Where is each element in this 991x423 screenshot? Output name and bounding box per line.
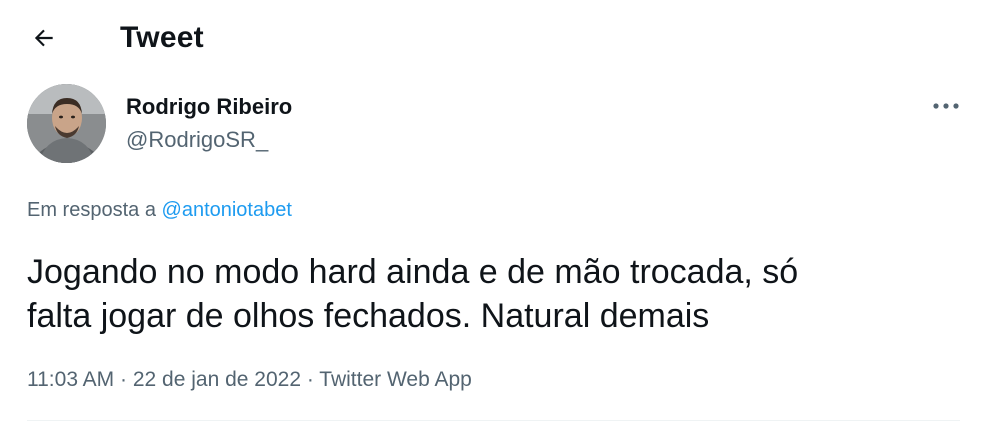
tweet-date[interactable]: 22 de jan de 2022 <box>133 368 301 391</box>
reply-prefix: Em resposta a <box>27 199 162 221</box>
tweet-metadata: 11:03 AM · 22 de jan de 2022 · Twitter W… <box>27 366 472 394</box>
avatar[interactable] <box>27 84 106 163</box>
top-header: Tweet <box>0 0 991 74</box>
reply-mention-link[interactable]: @antoniotabet <box>162 199 292 221</box>
author-display-name[interactable]: Rodrigo Ribeiro <box>126 93 292 121</box>
meta-separator: · <box>114 368 133 391</box>
user-avatar-icon <box>27 84 106 163</box>
divider <box>27 420 960 421</box>
back-button[interactable] <box>24 18 64 58</box>
reply-context: Em resposta a @antoniotabet <box>27 196 292 224</box>
tweet-time[interactable]: 11:03 AM <box>27 368 114 391</box>
tweet-text: Jogando no modo hard ainda e de mão troc… <box>27 253 799 335</box>
arrow-left-icon <box>34 29 53 47</box>
more-horizontal-icon <box>933 103 959 109</box>
meta-separator: · <box>301 368 320 391</box>
author-handle[interactable]: @RodrigoSR_ <box>126 126 268 154</box>
tweet-source[interactable]: Twitter Web App <box>319 368 472 391</box>
page-title: Tweet <box>120 21 204 54</box>
more-options-button[interactable] <box>922 88 970 124</box>
